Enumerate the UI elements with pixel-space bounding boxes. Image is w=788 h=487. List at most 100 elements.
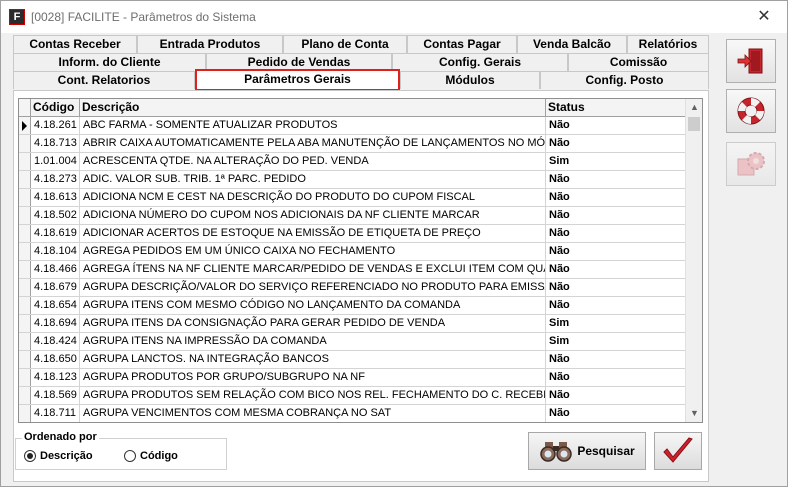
row-indicator[interactable]: [19, 225, 31, 242]
cell-codigo[interactable]: 4.18.466: [31, 261, 80, 278]
table-row[interactable]: 4.18.650 AGRUPA LANCTOS. NA INTEGRAÇÃO BA…: [19, 351, 687, 369]
scroll-down-icon[interactable]: ▼: [686, 405, 702, 422]
cell-codigo[interactable]: 4.18.123: [31, 369, 80, 386]
row-indicator[interactable]: [19, 351, 31, 368]
radio-codigo-dot[interactable]: [124, 450, 136, 462]
cell-descricao[interactable]: AGRUPA LANCTOS. NA INTEGRAÇÃO BANCOS: [80, 351, 546, 368]
cell-codigo[interactable]: 4.18.694: [31, 315, 80, 332]
cell-status[interactable]: Não: [546, 405, 687, 422]
cell-status[interactable]: Não: [546, 369, 687, 386]
cell-status[interactable]: Não: [546, 117, 687, 134]
table-row[interactable]: 4.18.619 ADICIONAR ACERTOS DE ESTOQUE NA …: [19, 225, 687, 243]
row-indicator[interactable]: [19, 117, 31, 134]
cell-status[interactable]: Não: [546, 171, 687, 188]
cell-status[interactable]: Sim: [546, 315, 687, 332]
row-indicator[interactable]: [19, 315, 31, 332]
cell-descricao[interactable]: AGRUPA PRODUTOS POR GRUPO/SUBGRUPO NA NF: [80, 369, 546, 386]
table-row[interactable]: 4.18.613 ADICIONA NCM E CEST NA DESCRIÇÃO…: [19, 189, 687, 207]
cell-status[interactable]: Não: [546, 297, 687, 314]
cell-status[interactable]: Sim: [546, 333, 687, 350]
cell-codigo[interactable]: 4.18.711: [31, 405, 80, 422]
scroll-thumb[interactable]: [688, 117, 700, 131]
cell-status[interactable]: Não: [546, 387, 687, 404]
cell-codigo[interactable]: 4.18.619: [31, 225, 80, 242]
cell-descricao[interactable]: AGRUPA ITENS COM MESMO CÓDIGO NO LANÇAME…: [80, 297, 546, 314]
tab-relatorios[interactable]: Relatórios: [627, 35, 709, 53]
table-row[interactable]: 4.18.466 AGREGA ÍTENS NA NF CLIENTE MARCA…: [19, 261, 687, 279]
cell-codigo[interactable]: 4.18.569: [31, 387, 80, 404]
exit-button[interactable]: [726, 39, 776, 83]
cell-descricao[interactable]: AGRUPA VENCIMENTOS COM MESMA COBRANÇA NO…: [80, 405, 546, 422]
tab-modulos[interactable]: Módulos: [400, 71, 540, 89]
cell-status[interactable]: Não: [546, 225, 687, 242]
parameters-grid[interactable]: Código Descrição Status 4.18.261 ABC FARM…: [18, 98, 703, 423]
cell-status[interactable]: Não: [546, 261, 687, 278]
cell-descricao[interactable]: AGRUPA PRODUTOS SEM RELAÇÃO COM BICO NOS…: [80, 387, 546, 404]
tab-parametros-gerais[interactable]: Parâmetros Gerais: [195, 69, 400, 91]
cell-codigo[interactable]: 4.18.654: [31, 297, 80, 314]
cell-codigo[interactable]: 4.18.650: [31, 351, 80, 368]
tab-config-gerais[interactable]: Config. Gerais: [392, 53, 568, 71]
table-row[interactable]: 4.18.273 ADIC. VALOR SUB. TRIB. 1ª PARC. …: [19, 171, 687, 189]
cell-status[interactable]: Sim: [546, 153, 687, 170]
cell-codigo[interactable]: 4.18.273: [31, 171, 80, 188]
radio-descricao-label[interactable]: Descrição: [40, 450, 93, 462]
table-row[interactable]: 4.18.123 AGRUPA PRODUTOS POR GRUPO/SUBGRU…: [19, 369, 687, 387]
cell-descricao[interactable]: ADICIONA NÚMERO DO CUPOM NOS ADICIONAIS …: [80, 207, 546, 224]
close-button[interactable]: ✕: [741, 1, 787, 33]
row-indicator[interactable]: [19, 279, 31, 296]
search-button[interactable]: Pesquisar: [528, 432, 646, 470]
row-indicator[interactable]: [19, 369, 31, 386]
table-row[interactable]: 4.18.679 AGRUPA DESCRIÇÃO/VALOR DO SERVIÇ…: [19, 279, 687, 297]
cell-descricao[interactable]: ADICIONAR ACERTOS DE ESTOQUE NA EMISSÃO …: [80, 225, 546, 242]
scroll-up-icon[interactable]: ▲: [686, 99, 702, 116]
tab-venda-balcao[interactable]: Venda Balcão: [517, 35, 627, 53]
header-codigo[interactable]: Código: [31, 99, 80, 116]
confirm-button[interactable]: [654, 432, 702, 470]
tab-cont-relatorios[interactable]: Cont. Relatorios: [13, 71, 195, 89]
cell-codigo[interactable]: 4.18.261: [31, 117, 80, 134]
table-row[interactable]: 4.18.711 AGRUPA VENCIMENTOS COM MESMA COB…: [19, 405, 687, 422]
tab-contas-pagar[interactable]: Contas Pagar: [407, 35, 517, 53]
row-indicator[interactable]: [19, 405, 31, 422]
row-indicator[interactable]: [19, 135, 31, 152]
table-row[interactable]: 4.18.502 ADICIONA NÚMERO DO CUPOM NOS ADI…: [19, 207, 687, 225]
tab-entrada-produtos[interactable]: Entrada Produtos: [137, 35, 283, 53]
cell-codigo[interactable]: 4.18.502: [31, 207, 80, 224]
help-button[interactable]: [726, 89, 776, 133]
table-row[interactable]: 4.18.569 AGRUPA PRODUTOS SEM RELAÇÃO COM …: [19, 387, 687, 405]
cell-codigo[interactable]: 4.18.713: [31, 135, 80, 152]
header-descricao[interactable]: Descrição: [80, 99, 546, 116]
cell-descricao[interactable]: ADICIONA NCM E CEST NA DESCRIÇÃO DO PROD…: [80, 189, 546, 206]
cell-status[interactable]: Não: [546, 243, 687, 260]
cell-codigo[interactable]: 4.18.613: [31, 189, 80, 206]
row-indicator[interactable]: [19, 189, 31, 206]
cell-descricao[interactable]: AGRUPA ITENS DA CONSIGNAÇÃO PARA GERAR P…: [80, 315, 546, 332]
row-indicator[interactable]: [19, 333, 31, 350]
row-indicator[interactable]: [19, 297, 31, 314]
cell-descricao[interactable]: AGRUPA DESCRIÇÃO/VALOR DO SERVIÇO REFERE…: [80, 279, 546, 296]
cell-status[interactable]: Não: [546, 351, 687, 368]
tab-plano-de-conta[interactable]: Plano de Conta: [283, 35, 407, 53]
cell-descricao[interactable]: AGREGA PEDIDOS EM UM ÚNICO CAIXA NO FECH…: [80, 243, 546, 260]
settings-button[interactable]: [726, 142, 776, 186]
tab-contas-receber[interactable]: Contas Receber: [13, 35, 137, 53]
radio-descricao[interactable]: Descrição: [24, 450, 93, 462]
table-row[interactable]: 4.18.713 ABRIR CAIXA AUTOMATICAMENTE PELA…: [19, 135, 687, 153]
radio-codigo-label[interactable]: Código: [140, 450, 178, 462]
tab-config-posto[interactable]: Config. Posto: [540, 71, 709, 89]
cell-codigo[interactable]: 1.01.004: [31, 153, 80, 170]
cell-codigo[interactable]: 4.18.424: [31, 333, 80, 350]
cell-codigo[interactable]: 4.18.679: [31, 279, 80, 296]
cell-descricao[interactable]: ABRIR CAIXA AUTOMATICAMENTE PELA ABA MAN…: [80, 135, 546, 152]
row-indicator[interactable]: [19, 387, 31, 404]
table-row[interactable]: 1.01.004 ACRESCENTA QTDE. NA ALTERAÇÃO DO…: [19, 153, 687, 171]
vertical-scrollbar[interactable]: ▲ ▼: [685, 99, 702, 422]
cell-descricao[interactable]: AGREGA ÍTENS NA NF CLIENTE MARCAR/PEDIDO…: [80, 261, 546, 278]
row-indicator[interactable]: [19, 261, 31, 278]
row-indicator[interactable]: [19, 153, 31, 170]
cell-descricao[interactable]: AGRUPA ITENS NA IMPRESSÃO DA COMANDA: [80, 333, 546, 350]
table-row[interactable]: 4.18.424 AGRUPA ITENS NA IMPRESSÃO DA COM…: [19, 333, 687, 351]
row-indicator[interactable]: [19, 171, 31, 188]
cell-status[interactable]: Não: [546, 135, 687, 152]
